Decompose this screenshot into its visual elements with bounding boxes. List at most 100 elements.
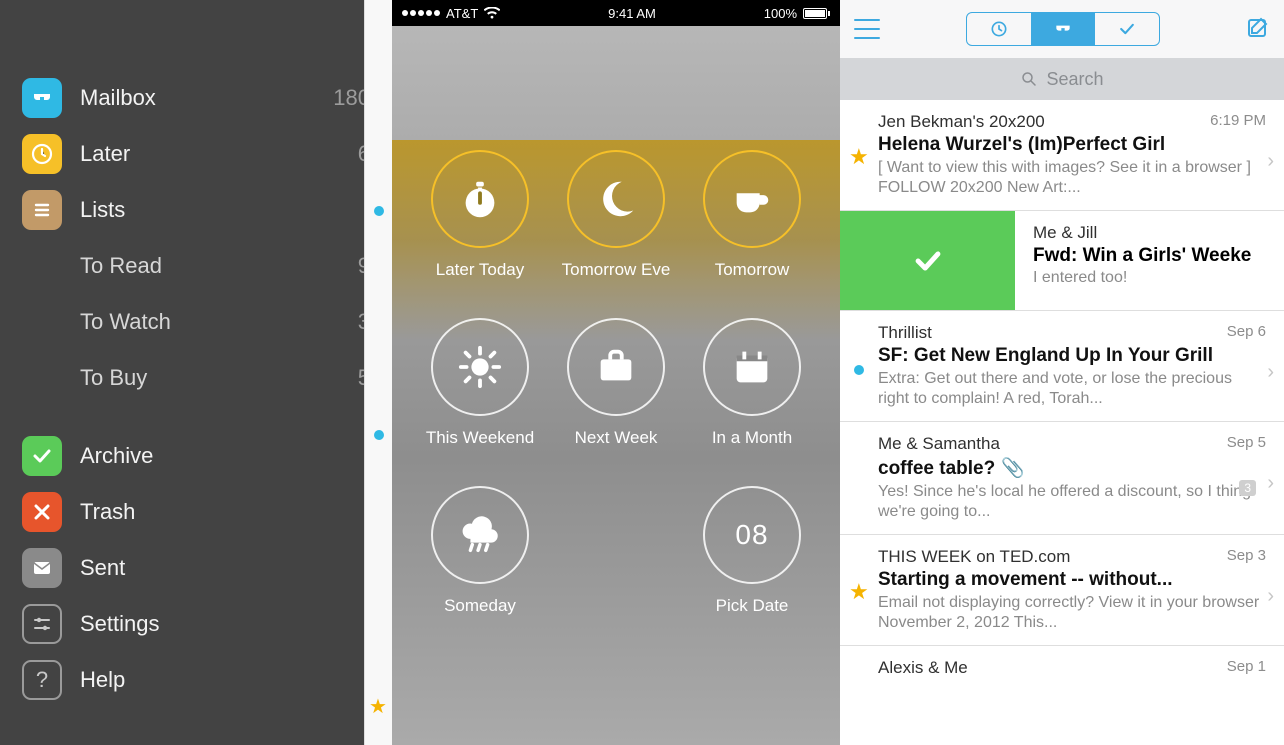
seg-mailbox[interactable] — [1031, 13, 1095, 45]
status-bar: AT&T 9:41 AM 100% — [392, 0, 840, 26]
msg-time: Sep 5 — [1227, 434, 1266, 454]
msg-time: Sep 3 — [1227, 547, 1266, 567]
chevron-right-icon: › — [1267, 150, 1274, 173]
chevron-right-icon: › — [1267, 472, 1274, 495]
sidebar-label: Settings — [80, 611, 370, 637]
inbox-panel: Search ★ › Jen Bekman's 20x200 6:19 PM He… — [840, 0, 1284, 745]
sidebar-sub-to-read[interactable]: To Read 9 — [0, 238, 392, 294]
msg-from: THIS WEEK on TED.com — [878, 547, 1070, 567]
date-icon: 08 — [703, 486, 801, 584]
sidebar-item-mailbox[interactable]: Mailbox 180 — [0, 70, 392, 126]
msg-preview: [ Want to view this with images? See it … — [878, 158, 1266, 198]
snooze-in-a-month[interactable]: In a Month — [684, 318, 820, 448]
snooze-this-weekend[interactable]: This Weekend — [412, 318, 548, 448]
msg-preview: Yes! Since he's local he offered a disco… — [878, 482, 1266, 522]
segmented-control — [966, 12, 1160, 46]
sidebar-item-lists[interactable]: Lists — [0, 182, 392, 238]
sidebar-label: Archive — [80, 443, 370, 469]
search-placeholder: Search — [1046, 69, 1103, 90]
check-icon — [22, 436, 62, 476]
sidebar-label: Trash — [80, 499, 370, 525]
message-row[interactable]: ★ › THIS WEEK on TED.comSep 3 Starting a… — [840, 535, 1284, 646]
message-row[interactable]: › ThrillistSep 6 SF: Get New England Up … — [840, 311, 1284, 422]
carrier-label: AT&T — [446, 6, 478, 21]
msg-from: Me & Samantha — [878, 434, 1000, 454]
envelope-icon — [22, 548, 62, 588]
list-icon — [22, 190, 62, 230]
msg-subject: SF: Get New England Up In Your Grill — [878, 345, 1266, 367]
archive-swipe-action[interactable] — [840, 211, 1015, 310]
sidebar-label: Sent — [80, 555, 370, 581]
message-row[interactable]: ★ › Jen Bekman's 20x2006:19 PM Helena Wu… — [840, 100, 1284, 211]
snooze-tomorrow[interactable]: Tomorrow — [684, 150, 820, 280]
msg-time: 6:19 PM — [1210, 112, 1266, 132]
sidebar-item-later[interactable]: Later 6 — [0, 126, 392, 182]
message-row-swiped[interactable]: Me & Jill Fwd: Win a Girls' Weeke I ente… — [840, 211, 1284, 311]
snooze-next-week[interactable]: Next Week — [548, 318, 684, 448]
calendar-icon — [703, 318, 801, 416]
snooze-panel: AT&T 9:41 AM 100% Later Today Tomorrow E… — [392, 0, 840, 745]
compose-button[interactable] — [1246, 15, 1270, 44]
sidebar-item-trash[interactable]: Trash — [0, 484, 392, 540]
seg-archive[interactable] — [1095, 13, 1159, 45]
snooze-label: Tomorrow Eve — [562, 260, 671, 280]
search-bar[interactable]: Search — [840, 58, 1284, 100]
sidebar-item-help[interactable]: ? Help — [0, 652, 392, 708]
snooze-later-today[interactable]: Later Today — [412, 150, 548, 280]
sidebar-label: Help — [80, 667, 370, 693]
snooze-pick-date[interactable]: 08 Pick Date — [684, 486, 820, 616]
snooze-label: Next Week — [575, 428, 658, 448]
unread-dot-icon — [374, 206, 384, 216]
search-icon — [1020, 70, 1038, 88]
battery-icon — [803, 8, 830, 19]
sliders-icon — [22, 604, 62, 644]
star-icon: ★ — [369, 694, 387, 719]
msg-preview: Extra: Get out there and vote, or lose t… — [878, 369, 1266, 409]
snooze-label: Tomorrow — [715, 260, 790, 280]
message-row[interactable]: › 3 Me & SamanthaSep 5 coffee table?📎 Ye… — [840, 422, 1284, 535]
sidebar-item-sent[interactable]: Sent — [0, 540, 392, 596]
msg-time: Sep 1 — [1227, 658, 1266, 678]
seg-later[interactable] — [967, 13, 1031, 45]
thread-count: 3 — [1239, 480, 1256, 496]
menu-button[interactable] — [854, 19, 880, 39]
star-icon: ★ — [849, 579, 869, 605]
moon-icon — [567, 150, 665, 248]
snooze-someday[interactable]: Someday — [412, 486, 548, 616]
sidebar-label: Mailbox — [80, 85, 333, 111]
msg-preview: Email not displaying correctly? View it … — [878, 593, 1266, 633]
msg-preview: I entered too! — [1033, 269, 1284, 287]
snooze-label: This Weekend — [426, 428, 534, 448]
snooze-tomorrow-eve[interactable]: Tomorrow Eve — [548, 150, 684, 280]
unread-dot-icon — [854, 365, 864, 375]
attachment-icon: 📎 — [1001, 458, 1025, 479]
sidebar-sub-to-watch[interactable]: To Watch 3 — [0, 294, 392, 350]
sidebar-label: To Buy — [80, 365, 358, 391]
cloud-rain-icon — [431, 486, 529, 584]
mailbox-icon — [22, 78, 62, 118]
signal-icon — [402, 10, 440, 16]
coffee-icon — [703, 150, 801, 248]
snooze-label: Later Today — [436, 260, 525, 280]
check-icon — [911, 244, 945, 278]
msg-subject: Helena Wurzel's (Im)Perfect Girl — [878, 134, 1266, 156]
close-icon — [22, 492, 62, 532]
briefcase-icon — [567, 318, 665, 416]
sidebar-item-settings[interactable]: Settings — [0, 596, 392, 652]
sidebar-label: To Watch — [80, 309, 358, 335]
chevron-right-icon: › — [1267, 585, 1274, 608]
msg-from: Me & Jill — [1033, 223, 1284, 243]
sidebar-panel: Mailbox 180 Later 6 Lists To Read 9 To W… — [0, 0, 392, 745]
pick-date-day: 08 — [735, 519, 768, 551]
message-row[interactable]: Alexis & MeSep 1 — [840, 646, 1284, 690]
message-content: Me & Jill Fwd: Win a Girls' Weeke I ente… — [1015, 211, 1284, 310]
battery-pct: 100% — [764, 6, 797, 21]
sidebar-label: Lists — [80, 197, 370, 223]
msg-from: Jen Bekman's 20x200 — [878, 112, 1045, 132]
snooze-label: In a Month — [712, 428, 792, 448]
message-list[interactable]: ★ › Jen Bekman's 20x200 6:19 PM Helena Wu… — [840, 100, 1284, 745]
stopwatch-icon — [431, 150, 529, 248]
sidebar-sub-to-buy[interactable]: To Buy 5 — [0, 350, 392, 406]
sidebar-item-archive[interactable]: Archive — [0, 428, 392, 484]
msg-time: Sep 6 — [1227, 323, 1266, 343]
